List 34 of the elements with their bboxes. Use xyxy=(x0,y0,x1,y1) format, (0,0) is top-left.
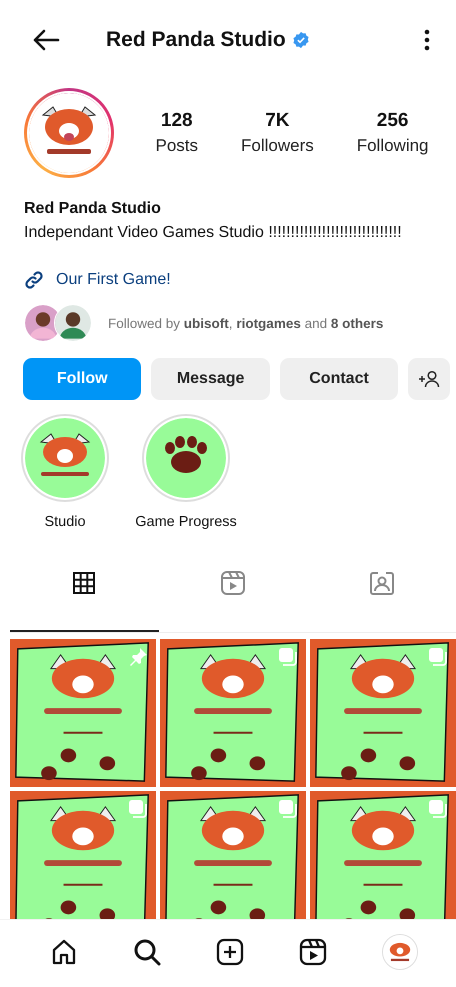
search-icon[interactable] xyxy=(132,938,161,966)
profile-username: Red Panda Studio xyxy=(106,28,286,52)
link-icon xyxy=(24,270,44,290)
stat-count: 128 xyxy=(160,110,193,132)
create-post-icon[interactable] xyxy=(216,938,244,966)
back-icon[interactable] xyxy=(32,29,60,51)
profile-action-button[interactable]: Message xyxy=(151,358,270,400)
carousel-icon xyxy=(128,799,148,819)
carousel-icon xyxy=(428,799,448,819)
profile-name: Red Panda Studio xyxy=(24,200,162,218)
carousel-icon xyxy=(278,799,298,819)
stat-label: Following xyxy=(356,136,429,156)
reels-icon[interactable] xyxy=(299,938,328,966)
stat-count: 256 xyxy=(376,110,408,132)
profile-action-button[interactable]: Contact xyxy=(280,358,398,400)
profile-tab-avatar[interactable] xyxy=(382,934,418,970)
add-person-icon xyxy=(418,370,440,388)
stat-count: 7K xyxy=(265,110,290,132)
suggest-people-button[interactable] xyxy=(408,358,450,400)
profile-bio: Independant Video Games Studio !!!!!!!!!!!!!!!!!!!!!!!!!!!!!! xyxy=(24,224,403,242)
highlight-label: Game Progress xyxy=(135,514,237,530)
stat-label: Posts xyxy=(155,136,198,156)
reels-icon xyxy=(220,570,246,596)
highlight-label: Studio xyxy=(44,514,86,530)
carousel-icon xyxy=(428,647,448,667)
pin-icon xyxy=(128,647,148,667)
follower-avatar xyxy=(54,304,92,342)
website-link[interactable]: Our First Game! xyxy=(56,271,171,289)
followed-by-text: Followed by ubisoft, riotgames and 8 others xyxy=(108,316,384,330)
grid-icon xyxy=(72,571,96,595)
carousel-icon xyxy=(278,647,298,667)
stat-label: Followers xyxy=(240,136,314,156)
tagged-person-icon xyxy=(368,570,395,596)
more-options-icon[interactable] xyxy=(424,29,430,51)
